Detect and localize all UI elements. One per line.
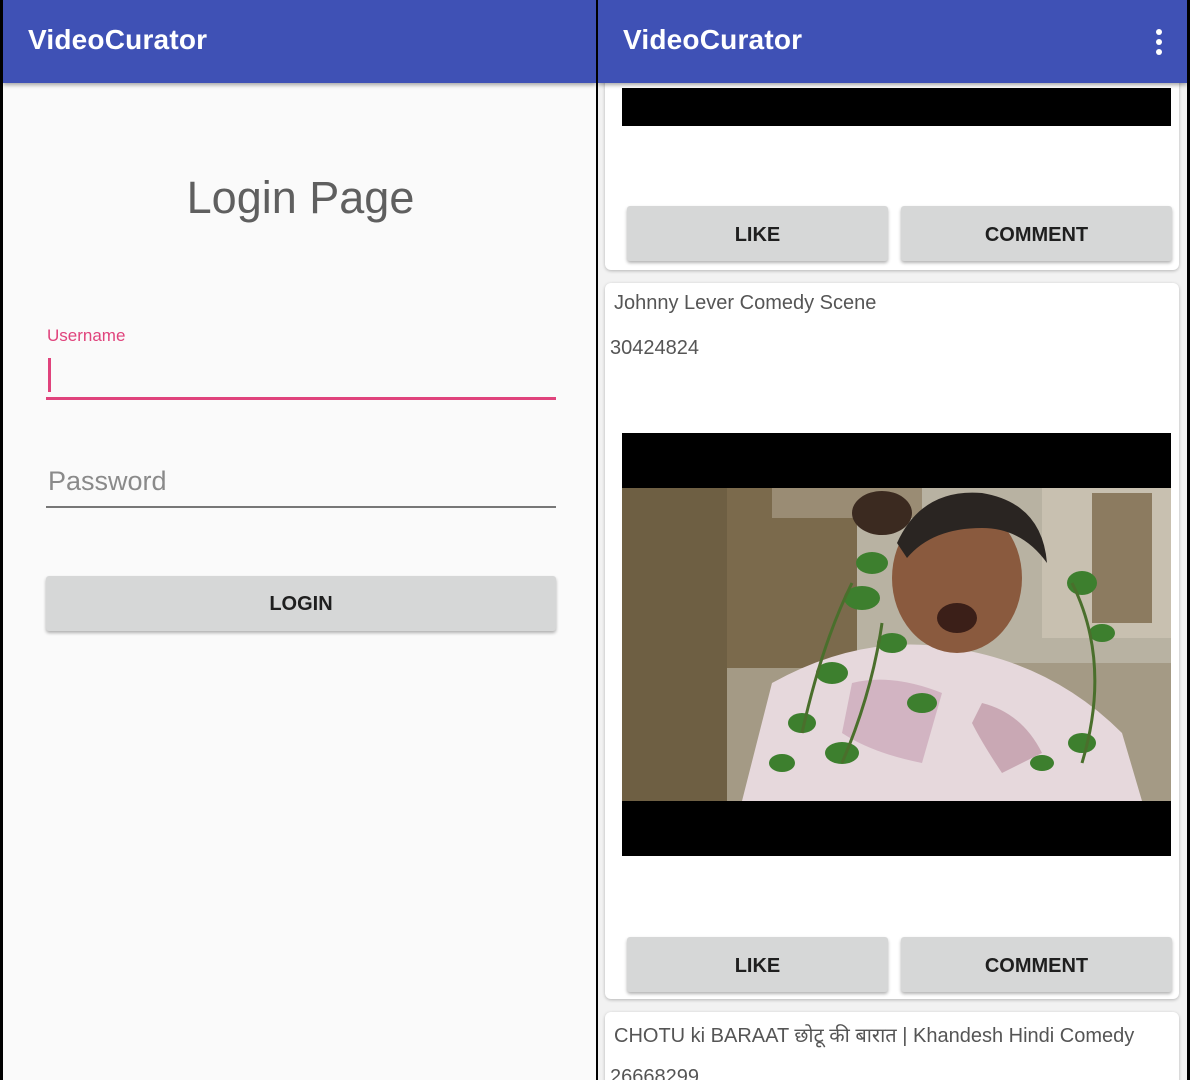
username-field[interactable] xyxy=(46,350,556,400)
app-bar: VideoCurator xyxy=(598,0,1187,83)
like-button[interactable]: LIKE xyxy=(627,937,888,992)
comment-button[interactable]: COMMENT xyxy=(901,206,1172,261)
page-title: Login Page xyxy=(186,172,415,223)
comedy-scene-image xyxy=(622,433,1171,856)
video-card: LIKE COMMENT xyxy=(605,62,1179,270)
comment-button[interactable]: COMMENT xyxy=(901,937,1172,992)
password-field[interactable] xyxy=(46,460,558,508)
video-title: CHOTU ki BARAAT छोटू की बारात | Khandesh… xyxy=(614,1025,1135,1047)
video-card: CHOTU ki BARAAT छोटू की बारात | Khandesh… xyxy=(605,1012,1179,1080)
app-bar: VideoCurator xyxy=(3,0,596,83)
video-thumbnail[interactable] xyxy=(622,433,1171,856)
overflow-menu-icon[interactable] xyxy=(1155,29,1163,55)
app-title: VideoCurator xyxy=(28,24,208,55)
video-player[interactable] xyxy=(622,88,1171,126)
like-button[interactable]: LIKE xyxy=(627,206,888,261)
video-card: Johnny Lever Comedy Scene 30424824 LIKE … xyxy=(605,283,1179,999)
view-count: 26668299 xyxy=(610,1066,699,1080)
username-label: Username xyxy=(47,326,126,345)
app-screens: VideoCurator Login Page Username LOGIN L… xyxy=(0,0,1190,1080)
app-title: VideoCurator xyxy=(623,24,803,55)
view-count: 30424824 xyxy=(610,337,699,359)
login-button[interactable]: LOGIN xyxy=(46,576,556,631)
video-feed-screen: LIKE COMMENT Johnny Lever Comedy Scene 3… xyxy=(598,0,1190,1080)
text-cursor xyxy=(48,358,51,392)
password-input[interactable] xyxy=(46,466,558,497)
video-title: Johnny Lever Comedy Scene xyxy=(614,292,877,314)
login-screen: VideoCurator Login Page Username LOGIN xyxy=(0,0,598,1080)
